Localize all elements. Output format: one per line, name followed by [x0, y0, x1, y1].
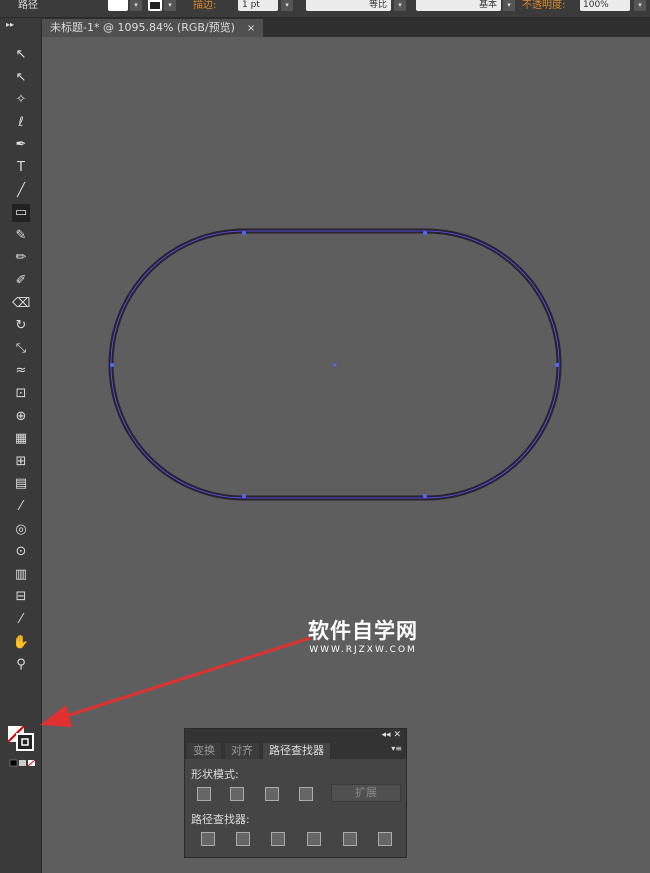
- tab-transform[interactable]: 变换: [187, 743, 221, 759]
- panel-menu-icon[interactable]: ▾≡: [391, 744, 402, 753]
- shape-modes-label: 形状模式:: [191, 768, 239, 781]
- close-panel-icon[interactable]: ✕: [393, 730, 401, 740]
- watermark-title: 软件自学网: [308, 619, 418, 643]
- merge-button[interactable]: [271, 832, 285, 846]
- anchor-point[interactable]: [423, 231, 427, 235]
- anchor-point[interactable]: [423, 494, 427, 498]
- fill-stroke-swatches[interactable]: [7, 725, 36, 767]
- anchor-point[interactable]: [110, 363, 114, 367]
- anchor-points: [110, 231, 559, 498]
- collapse-panel-icon[interactable]: ◂◂: [382, 730, 391, 740]
- anchor-point[interactable]: [242, 231, 246, 235]
- outline-button[interactable]: [343, 832, 357, 846]
- exclude-button[interactable]: [299, 787, 313, 801]
- red-arrow-icon: [40, 636, 311, 727]
- center-point: [333, 363, 337, 367]
- tab-pathfinder[interactable]: 路径查找器: [263, 743, 330, 759]
- minus-front-button[interactable]: [230, 787, 244, 801]
- divide-button[interactable]: [201, 832, 215, 846]
- anchor-point[interactable]: [242, 494, 246, 498]
- pathfinder-panel: ◂◂ ✕ 变换 对齐 路径查找器 ▾≡ 形状模式: 扩展 路径查找器:: [184, 728, 407, 858]
- crop-button[interactable]: [307, 832, 321, 846]
- watermark: 软件自学网 WWW.RJZXW.COM: [308, 615, 418, 655]
- trim-button[interactable]: [236, 832, 250, 846]
- expand-button[interactable]: 扩展: [331, 784, 401, 802]
- watermark-url: WWW.RJZXW.COM: [309, 645, 417, 655]
- anchor-point[interactable]: [555, 363, 559, 367]
- pathfinders-label: 路径查找器:: [191, 813, 250, 826]
- minus-back-button[interactable]: [378, 832, 392, 846]
- intersect-button[interactable]: [265, 787, 279, 801]
- unite-button[interactable]: [197, 787, 211, 801]
- tab-align[interactable]: 对齐: [225, 743, 259, 759]
